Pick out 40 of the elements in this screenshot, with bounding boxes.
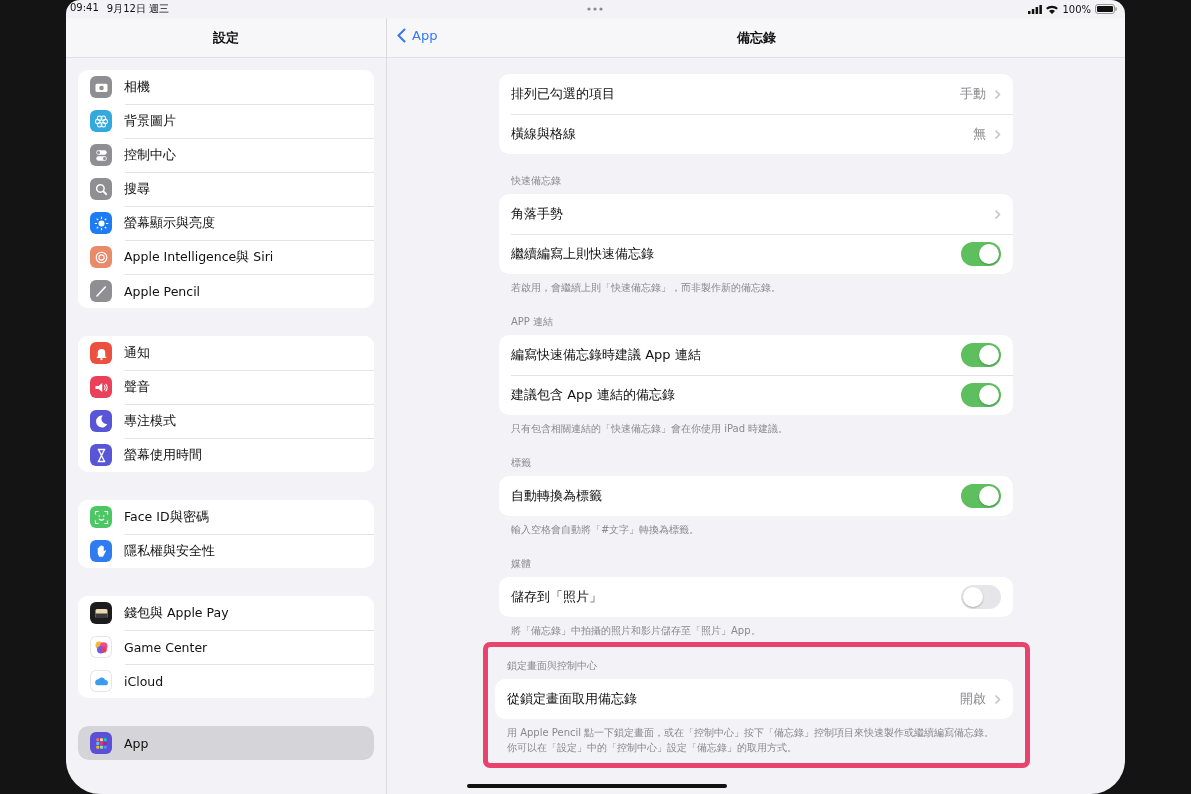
section-header: APP 連結 [510,315,555,329]
page-title: 備忘錄 [736,29,776,47]
settings-row[interactable]: 排列已勾選的項目 手動 [499,74,1013,114]
section-header: 鎖定畫面與控制中心 [506,659,598,673]
setting-label: 建議包含 App 連結的備忘錄 [511,386,676,404]
section-header: 快速備忘錄 [510,174,562,188]
chevron-icon [994,208,1001,220]
setting-label: 編寫快速備忘錄時建議 App 連結 [511,346,702,364]
toggle-switch[interactable] [961,383,1001,407]
sidebar-title: 設定 [213,29,239,47]
battery-percent: 100% [1062,3,1091,15]
chevron-icon [994,128,1001,140]
toggle-switch[interactable] [961,585,1001,609]
section-footnote: 若啟用，會繼續上則「快速備忘錄」，而非製作新的備忘錄。 [510,281,782,295]
setting-label: 繼續編寫上則快速備忘錄 [511,245,655,263]
signal-icon [1028,4,1043,14]
settings-row[interactable]: 角落手勢 [499,194,1013,234]
sidebar-item[interactable]: App [78,726,374,760]
setting-label: 儲存到「照片」 [511,588,603,606]
toggle-switch[interactable] [961,484,1001,508]
status-time: 09:41 [70,2,99,15]
settings-row[interactable]: 從鎖定畫面取用備忘錄 開啟 [495,679,1013,719]
section-header: 媒體 [510,557,532,571]
back-chevron-icon [397,28,406,43]
toggle-switch[interactable] [961,343,1001,367]
section-header: 標籤 [510,456,532,470]
battery-icon [1095,4,1117,14]
more-icon[interactable] [587,7,603,11]
chevron-icon [994,693,1001,705]
section-footnote: 輸入空格會自動將「#文字」轉換為標籤。 [510,523,701,537]
setting-label: 自動轉換為標籤 [511,487,603,505]
section-footnote: 將「備忘錄」中拍攝的照片和影片儲存至「照片」App。 [510,624,762,638]
back-button[interactable]: App [397,28,438,43]
wifi-icon [1046,4,1059,14]
toggle-switch[interactable] [961,242,1001,266]
status-date: 9月12日 週三 [106,2,170,16]
section-footnote: 只有包含相關連結的「快速備忘錄」會在你使用 iPad 時建議。 [510,422,790,436]
section-footnote: 用 Apple Pencil 點一下鎖定畫面，或在「控制中心」按下「備忘錄」控制項目來快速製作或繼續編寫備忘錄。你可以在「設定」中的「控制中心」設定「備忘錄」的取用方式。 [506,726,996,755]
chevron-icon [994,88,1001,100]
settings-row[interactable]: 橫線與格線 無 [499,114,1013,154]
